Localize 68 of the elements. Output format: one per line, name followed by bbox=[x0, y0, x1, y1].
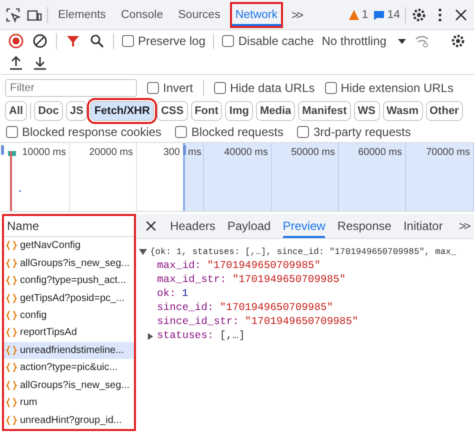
filter-field[interactable]: Filter bbox=[5, 79, 137, 97]
property-value: [,…] bbox=[220, 329, 245, 343]
property-key: ok: bbox=[157, 287, 176, 301]
more-tabs-button[interactable]: >> bbox=[454, 219, 473, 233]
time-tick-label: 60000 ms bbox=[358, 147, 402, 158]
type-filter-button[interactable]: WS bbox=[354, 101, 380, 121]
property-key: since_id: bbox=[157, 301, 214, 315]
property-value: 1 bbox=[182, 287, 188, 301]
request-row[interactable]: action?type=pic&uic... bbox=[4, 359, 134, 377]
checkbox-label[interactable]: Hide extension URLs bbox=[340, 81, 454, 95]
checkbox-label[interactable]: 3rd-party requests bbox=[313, 125, 411, 139]
detail-tab[interactable]: Initiator bbox=[403, 214, 443, 238]
type-filter-button[interactable]: Media bbox=[256, 101, 296, 121]
request-row[interactable]: reportTipsAd bbox=[4, 324, 134, 342]
detail-tab[interactable]: Response bbox=[337, 214, 392, 238]
warning-count[interactable]: 1 bbox=[348, 8, 368, 20]
type-filter-button[interactable]: Doc bbox=[34, 101, 63, 121]
time-tick-label: 70000 ms bbox=[426, 147, 470, 158]
property-value: "1701949650709985" bbox=[207, 259, 321, 273]
detail-tab[interactable]: Preview bbox=[282, 214, 326, 238]
property-value: "1701949650709985" bbox=[244, 315, 358, 329]
time-tick-label: 40000 ms bbox=[224, 147, 268, 158]
object-summary: {ok: 1, statuses: [,…], since_id: "1701949650709985", max_ bbox=[150, 246, 456, 259]
property-key: max_id_str: bbox=[157, 273, 226, 287]
property-key: statuses: bbox=[157, 329, 214, 343]
checkbox-label[interactable]: Blocked requests bbox=[191, 125, 284, 139]
more-tabs-button[interactable]: >> bbox=[288, 8, 306, 22]
panel-tab[interactable]: Network bbox=[230, 2, 283, 28]
type-filter-button[interactable]: Wasm bbox=[382, 101, 422, 121]
request-row[interactable]: config bbox=[4, 306, 134, 324]
request-row[interactable]: allGroups?is_new_seg... bbox=[4, 254, 134, 272]
type-filter-button[interactable]: Font bbox=[190, 101, 222, 121]
request-row[interactable]: getNavConfig bbox=[4, 237, 134, 254]
type-filter-button[interactable]: JS bbox=[66, 101, 88, 121]
request-row[interactable]: config?type=push_act... bbox=[4, 272, 134, 290]
checkbox-label[interactable]: Blocked response cookies bbox=[22, 125, 162, 139]
property-value: "1701949650709985" bbox=[232, 273, 346, 287]
time-tick-label: 10000 ms bbox=[22, 147, 66, 158]
request-row[interactable]: unreadHint?group_id... bbox=[4, 412, 134, 429]
detail-tab[interactable]: Payload bbox=[227, 214, 271, 238]
checkbox-label[interactable]: Preserve log bbox=[138, 34, 206, 48]
request-row[interactable]: allGroups?is_new_seg... bbox=[4, 376, 134, 394]
type-filter-button[interactable]: Other bbox=[426, 101, 463, 121]
throttling-dropdown[interactable]: No throttling bbox=[322, 34, 406, 48]
checkbox-label[interactable]: Disable cache bbox=[238, 34, 314, 48]
request-row[interactable]: rum bbox=[4, 394, 134, 412]
request-row[interactable]: unreadfriendstimeline... bbox=[4, 342, 134, 360]
property-key: max_id: bbox=[157, 259, 202, 273]
type-filter-button[interactable]: Img bbox=[225, 101, 253, 121]
message-count[interactable]: 14 bbox=[373, 8, 400, 20]
type-filter-button[interactable]: Manifest bbox=[298, 101, 351, 121]
time-tick-label: ms bbox=[188, 147, 202, 158]
name-column-header[interactable]: Name bbox=[4, 216, 134, 237]
checkbox-label[interactable]: Invert bbox=[163, 81, 194, 95]
detail-tab[interactable]: Headers bbox=[170, 214, 216, 238]
type-filter-button[interactable]: All bbox=[5, 101, 28, 121]
property-value: "1701949650709985" bbox=[220, 301, 334, 315]
panel-tab[interactable]: Sources bbox=[173, 2, 226, 28]
time-tick-label: 300 bbox=[163, 147, 180, 158]
panel-tab[interactable]: Console bbox=[116, 2, 168, 28]
request-row[interactable]: getTipsAd?posid=pc_... bbox=[4, 289, 134, 307]
type-filter-button[interactable]: Fetch/XHR bbox=[90, 101, 154, 121]
checkbox-label[interactable]: Hide data URLs bbox=[230, 81, 315, 95]
time-tick-label: 20000 ms bbox=[89, 147, 133, 158]
time-tick-label: 50000 ms bbox=[291, 147, 335, 158]
property-key: since_id_str: bbox=[157, 315, 239, 329]
panel-tab[interactable]: Elements bbox=[53, 2, 111, 28]
type-filter-button[interactable]: CSS bbox=[156, 101, 188, 121]
